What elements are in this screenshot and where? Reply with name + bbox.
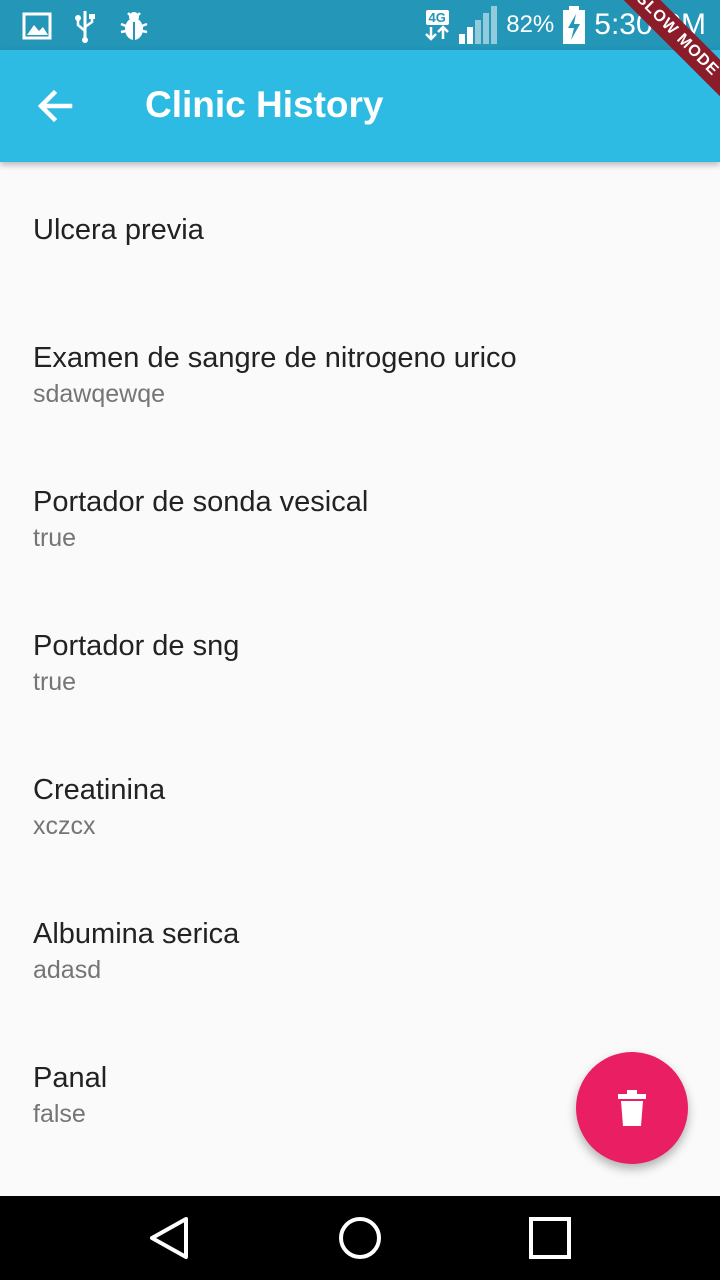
delete-fab-button[interactable]: [576, 1052, 688, 1164]
battery-charging-icon: [563, 6, 586, 44]
item-title: Panal: [33, 1062, 108, 1094]
item-title: Creatinina: [33, 774, 166, 806]
data-arrows-icon: [425, 24, 450, 41]
item-title: Ulcera previa: [33, 214, 204, 246]
image-icon: [22, 12, 52, 40]
app-bar: Clinic History: [0, 50, 720, 162]
item-subtitle: sdawqewqe: [33, 380, 166, 408]
system-nav-bar: [0, 1196, 720, 1280]
network-type-label: 4G: [425, 9, 449, 25]
page-title: Clinic History: [145, 84, 384, 125]
item-subtitle: true: [33, 668, 77, 696]
arrow-back-icon: [37, 89, 73, 123]
status-left-icons: [22, 9, 150, 43]
status-bar: 4G 82% 5:30 PM SLOW MODE: [0, 0, 720, 105]
item-subtitle: true: [33, 524, 77, 552]
item-subtitle: adasd: [33, 956, 102, 984]
item-title: Examen de sangre de nitrogeno urico: [33, 342, 517, 374]
back-triangle-icon[interactable]: [146, 1214, 194, 1262]
item-title: Portador de sonda vesical: [33, 486, 369, 518]
usb-icon: [75, 11, 95, 43]
bug-icon: [120, 12, 148, 40]
home-circle-icon[interactable]: [336, 1214, 384, 1262]
trash-icon: [618, 1090, 646, 1126]
item-title: Albumina serica: [33, 918, 240, 950]
recents-square-icon[interactable]: [526, 1214, 574, 1262]
item-subtitle: false: [33, 1100, 86, 1128]
network-indicator: 4G: [424, 9, 450, 41]
battery-percent: 82%: [506, 11, 555, 38]
item-title: Portador de sng: [33, 630, 240, 662]
item-subtitle: xczcx: [33, 812, 96, 840]
signal-icon: [459, 6, 498, 44]
back-button[interactable]: [30, 80, 82, 132]
